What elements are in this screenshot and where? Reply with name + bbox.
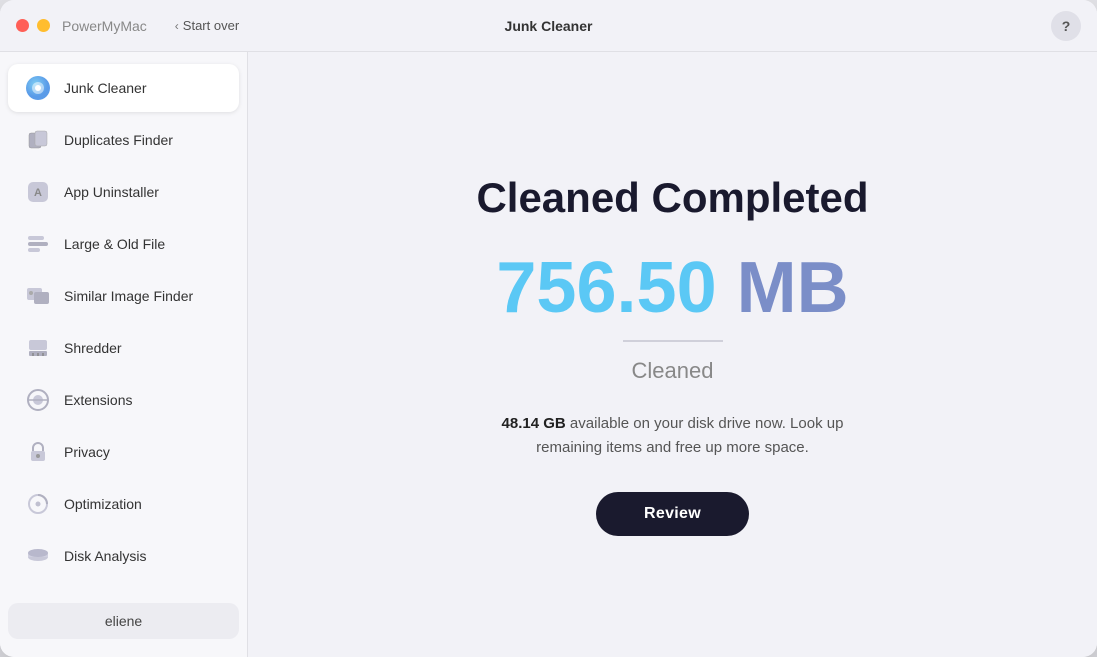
start-over-label: Start over [183, 18, 239, 33]
sidebar-item-junk-cleaner[interactable]: Junk Cleaner [8, 64, 239, 112]
cleaned-size-unit: MB [737, 248, 849, 328]
sidebar-item-shredder[interactable]: Shredder [8, 324, 239, 372]
chevron-left-icon: ‹ [175, 19, 179, 33]
sidebar-item-label: Privacy [64, 444, 110, 460]
sidebar-item-label: Extensions [64, 392, 132, 408]
disk-info-text: available on your disk drive now. Look u… [536, 415, 843, 456]
divider [623, 340, 723, 342]
sidebar-item-label: Duplicates Finder [64, 132, 173, 148]
start-over-button[interactable]: ‹ Start over [167, 14, 247, 37]
sidebar-item-label: Disk Analysis [64, 548, 146, 564]
shredder-icon [24, 334, 52, 362]
sidebar-item-disk-analysis[interactable]: Disk Analysis [8, 532, 239, 580]
optimization-icon [24, 490, 52, 518]
sidebar-item-privacy[interactable]: Privacy [8, 428, 239, 476]
sidebar-item-label: App Uninstaller [64, 184, 159, 200]
large-old-file-icon [24, 230, 52, 258]
cleaned-size-number: 756.50 MB [496, 248, 848, 328]
titlebar: PowerMyMac ‹ Start over Junk Cleaner ? [0, 0, 1097, 52]
traffic-lights [16, 19, 50, 32]
disk-analysis-icon [24, 542, 52, 570]
svg-text:A: A [34, 187, 42, 199]
cleaned-label: Cleaned [632, 358, 714, 384]
review-button[interactable]: Review [596, 492, 749, 536]
junk-cleaner-icon [24, 74, 52, 102]
sidebar-item-optimization[interactable]: Optimization [8, 480, 239, 528]
sidebar-item-large-old-file[interactable]: Large & Old File [8, 220, 239, 268]
cleaned-title: Cleaned Completed [476, 174, 868, 222]
sidebar-item-label: Junk Cleaner [64, 80, 147, 96]
privacy-icon [24, 438, 52, 466]
similar-image-finder-icon [24, 282, 52, 310]
user-label: eliene [105, 613, 142, 629]
sidebar-item-label: Similar Image Finder [64, 288, 193, 304]
duplicates-finder-icon [24, 126, 52, 154]
sidebar-item-label: Shredder [64, 340, 122, 356]
help-button[interactable]: ? [1051, 11, 1081, 41]
cleaned-size-display: 756.50 MB [496, 252, 848, 324]
app-uninstaller-icon: A [24, 178, 52, 206]
sidebar: Junk Cleaner Duplicates Finder A [0, 52, 248, 657]
app-name: PowerMyMac [62, 18, 147, 34]
sidebar-item-duplicates-finder[interactable]: Duplicates Finder [8, 116, 239, 164]
close-button[interactable] [16, 19, 29, 32]
app-window: PowerMyMac ‹ Start over Junk Cleaner ? [0, 0, 1097, 657]
sidebar-item-extensions[interactable]: Extensions [8, 376, 239, 424]
content-area: Cleaned Completed 756.50 MB Cleaned 48.1… [248, 52, 1097, 657]
sidebar-item-label: Large & Old File [64, 236, 165, 252]
minimize-button[interactable] [37, 19, 50, 32]
extensions-icon [24, 386, 52, 414]
disk-size-bold: 48.14 GB [502, 415, 566, 432]
main-content: Junk Cleaner Duplicates Finder A [0, 52, 1097, 657]
sidebar-item-app-uninstaller[interactable]: A App Uninstaller [8, 168, 239, 216]
titlebar-title: Junk Cleaner [505, 18, 593, 34]
disk-info: 48.14 GB available on your disk drive no… [473, 412, 873, 460]
user-profile[interactable]: eliene [8, 603, 239, 639]
sidebar-item-label: Optimization [64, 496, 142, 512]
sidebar-item-similar-image-finder[interactable]: Similar Image Finder [8, 272, 239, 320]
